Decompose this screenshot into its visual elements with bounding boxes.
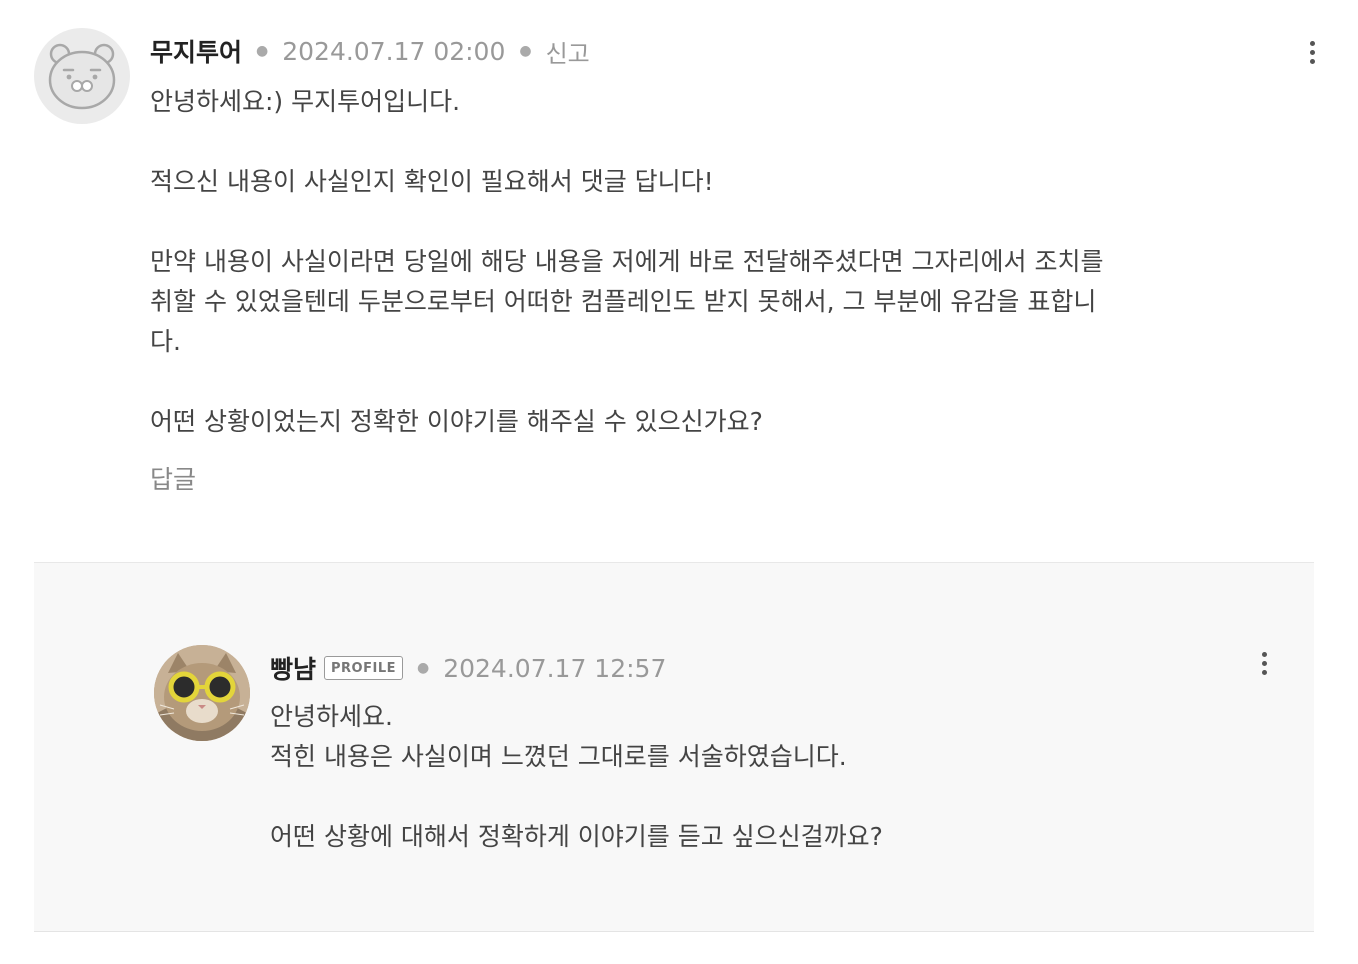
reply-line: 어떤 상황에 대해서 정확하게 이야기를 듣고 싶으신걸까요? <box>270 822 883 851</box>
more-vertical-icon[interactable] <box>1300 32 1324 72</box>
reply-line: 적힌 내용은 사실이며 느꼈던 그대로를 서술하였습니다. <box>270 742 847 771</box>
reply-line: 안녕하세요. <box>270 702 393 731</box>
report-button[interactable]: 신고 <box>546 34 590 69</box>
comment-paragraph: 안녕하세요:) 무지투어입니다. <box>150 87 461 116</box>
comment-paragraph: 어떤 상황이었는지 정확한 이야기를 해주실 수 있으신가요? <box>150 407 763 436</box>
ryan-bear-avatar-icon[interactable] <box>34 28 130 124</box>
meta-separator: ● <box>519 43 532 59</box>
reply-button[interactable]: 답글 <box>150 460 196 496</box>
meta-separator: ● <box>417 660 430 676</box>
comment-date: 2024.07.17 02:00 <box>282 36 506 66</box>
meta-separator: ● <box>256 43 269 59</box>
reply-meta: 빵냠 PROFILE ● 2024.07.17 12:57 <box>270 651 666 685</box>
comment-paragraph: 적으신 내용이 사실인지 확인이 필요해서 댓글 답니다! <box>150 167 714 196</box>
comment-body: 안녕하세요:) 무지투어입니다. 적으신 내용이 사실인지 확인이 필요해서 댓… <box>150 82 1110 442</box>
reply-author[interactable]: 빵냠 <box>270 650 316 686</box>
comment-meta: 무지투어 ● 2024.07.17 02:00 ● 신고 <box>150 34 590 68</box>
reply-comment: 빵냠 PROFILE ● 2024.07.17 12:57 안녕하세요. 적힌 … <box>34 562 1314 932</box>
more-vertical-icon[interactable] <box>1252 643 1276 683</box>
reply-date: 2024.07.17 12:57 <box>443 653 667 683</box>
comment-paragraph: 만약 내용이 사실이라면 당일에 해당 내용을 저에게 바로 전달해주셨다면 그… <box>150 247 1104 356</box>
comment-author[interactable]: 무지투어 <box>150 33 242 69</box>
reply-body: 안녕하세요. 적힌 내용은 사실이며 느꼈던 그대로를 서술하였습니다. 어떤 … <box>270 697 1170 857</box>
profile-badge[interactable]: PROFILE <box>324 656 403 680</box>
cat-with-sunglasses-avatar[interactable] <box>154 645 250 741</box>
